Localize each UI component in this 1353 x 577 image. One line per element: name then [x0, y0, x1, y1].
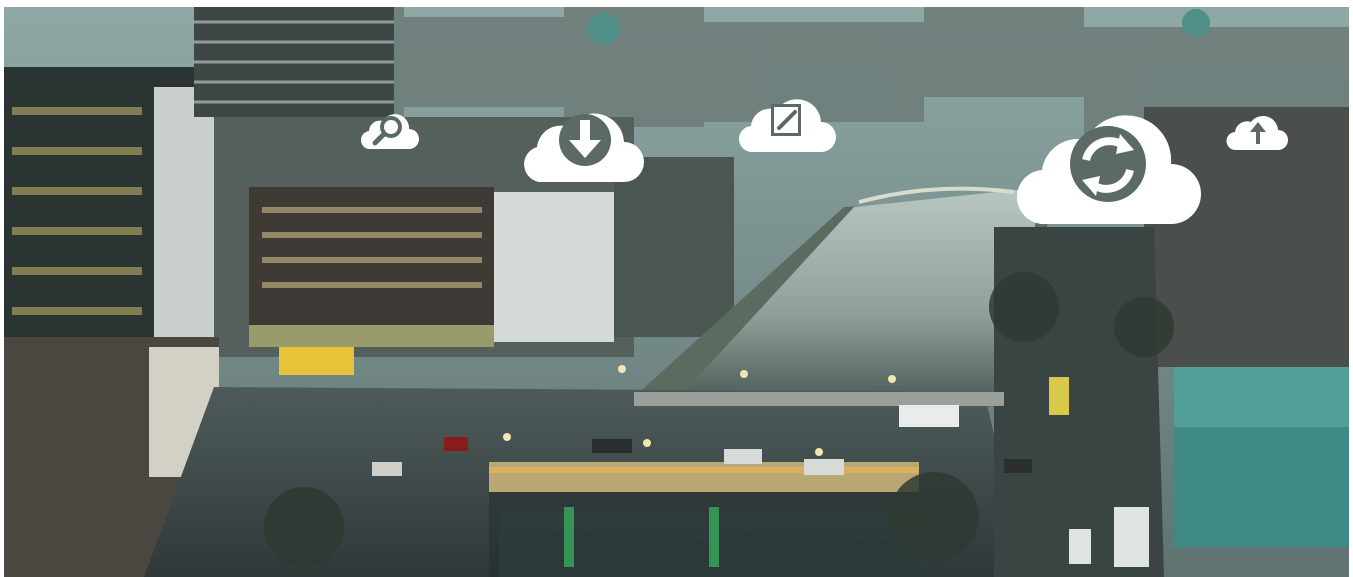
far-bridge — [634, 392, 1004, 406]
city-river-photo — [4, 7, 1349, 577]
hero-banner — [4, 7, 1349, 577]
cloud-search-icon — [360, 114, 419, 150]
green-dome — [588, 13, 620, 45]
cloud-upload-icon — [1226, 115, 1288, 151]
office-tower — [4, 67, 214, 357]
building — [614, 157, 734, 337]
cloud-sync-icon — [1016, 115, 1201, 225]
cloud-edit-icon — [738, 99, 836, 153]
green-dome — [1182, 9, 1210, 37]
shopfront-lights — [249, 325, 494, 347]
white-building — [494, 192, 614, 342]
cloud-download-icon — [524, 113, 644, 182]
